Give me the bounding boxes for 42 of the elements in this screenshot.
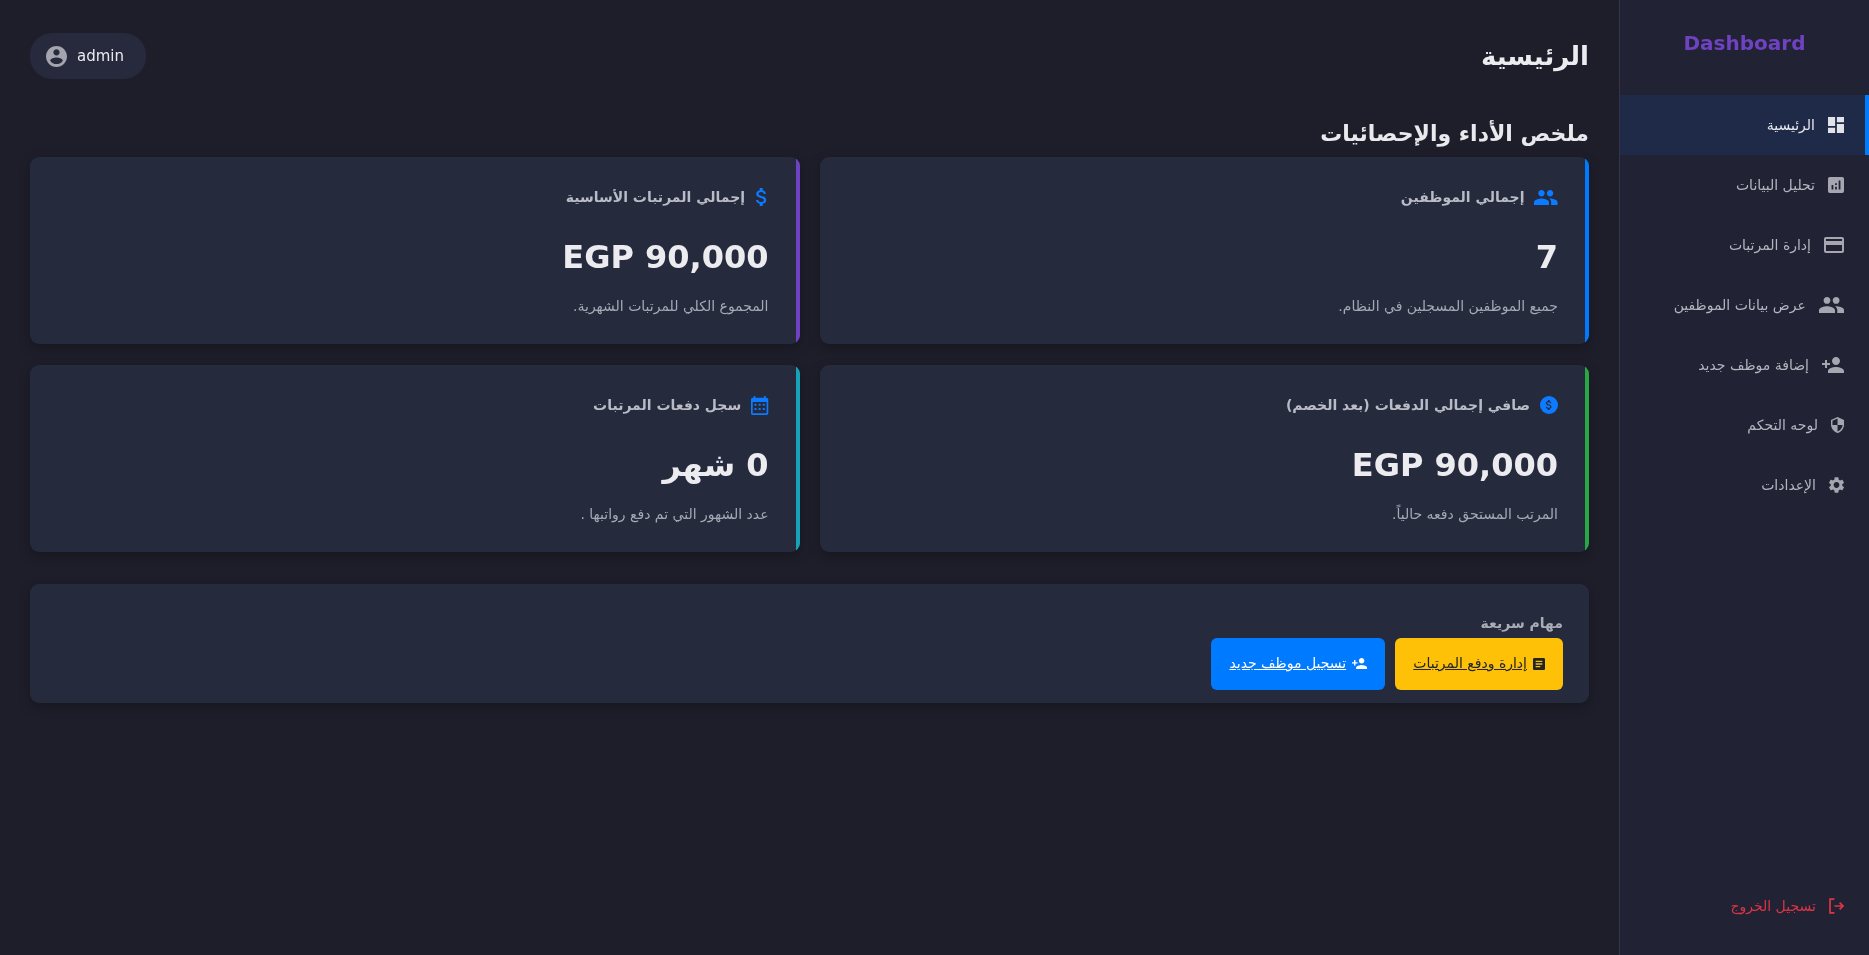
card-title: صافي إجمالي الدفعات (بعد الخصم) bbox=[1285, 395, 1530, 415]
person-add-icon bbox=[1822, 357, 1844, 373]
logout-icon bbox=[1828, 898, 1844, 914]
shield-icon bbox=[1830, 417, 1844, 433]
people-icon bbox=[1534, 189, 1558, 205]
credit-card-icon bbox=[1824, 237, 1844, 253]
brand-title: Dashboard bbox=[1683, 30, 1806, 57]
card-title: إجمالي المرتبات الأساسية bbox=[565, 187, 746, 208]
sidebar-item[interactable]: تحليل البيانات bbox=[1620, 155, 1869, 215]
sidebar-item[interactable]: الإعدادات bbox=[1620, 455, 1869, 515]
quick-action-button[interactable]: تسجيل موظف جديد bbox=[1211, 637, 1386, 690]
document-icon bbox=[1533, 657, 1545, 670]
user-avatar-icon bbox=[46, 45, 67, 67]
stat-value: 0 شهر bbox=[660, 445, 769, 486]
people-icon bbox=[1818, 297, 1844, 313]
logout-link[interactable]: تسجيل الخروج bbox=[1620, 876, 1869, 936]
dollar-circle-icon bbox=[1540, 396, 1558, 414]
card-description: المرتب المستحق دفعه حالياً. bbox=[1391, 503, 1558, 525]
dollar-icon bbox=[755, 188, 769, 206]
calendar-icon bbox=[751, 395, 769, 415]
settings-icon bbox=[1828, 477, 1844, 493]
section-title: ملخص الأداء والإحصائيات bbox=[1319, 119, 1589, 149]
card-description: المجموع الكلي للمرتبات الشهرية. bbox=[572, 297, 769, 317]
sidebar-item[interactable]: عرض بيانات الموظفين bbox=[1620, 275, 1869, 335]
sidebar-item[interactable]: إدارة المرتبات bbox=[1620, 215, 1869, 275]
stat-value: EGP 90,000 bbox=[1350, 445, 1558, 486]
section-label: مهام سريعة bbox=[1480, 614, 1563, 634]
sidebar-item[interactable]: إضافة موظف جديد bbox=[1620, 335, 1869, 395]
stat-value: 7 bbox=[1534, 237, 1558, 278]
card-description: عدد الشهور التي تم دفع رواتبها . bbox=[579, 505, 769, 525]
stat-value: EGP 90,000 bbox=[561, 237, 769, 278]
page-title: الرئيسية bbox=[1480, 40, 1589, 73]
sidebar-item[interactable]: لوحه التحكم bbox=[1620, 395, 1869, 455]
person-add-icon bbox=[1352, 658, 1368, 669]
bar-chart-icon bbox=[1828, 177, 1844, 193]
dashboard-icon bbox=[1828, 117, 1844, 133]
card-description: جميع الموظفين المسجلين في النظام. bbox=[1337, 297, 1558, 317]
user-menu-button[interactable]: admin bbox=[30, 33, 146, 79]
quick-action-button[interactable]: إدارة ودفع المرتبات bbox=[1395, 637, 1563, 690]
card-title: سجل دفعات المرتبات bbox=[593, 395, 742, 416]
card-title: إجمالي الموظفين bbox=[1400, 187, 1525, 208]
sidebar-item[interactable]: الرئيسية bbox=[1620, 95, 1869, 155]
